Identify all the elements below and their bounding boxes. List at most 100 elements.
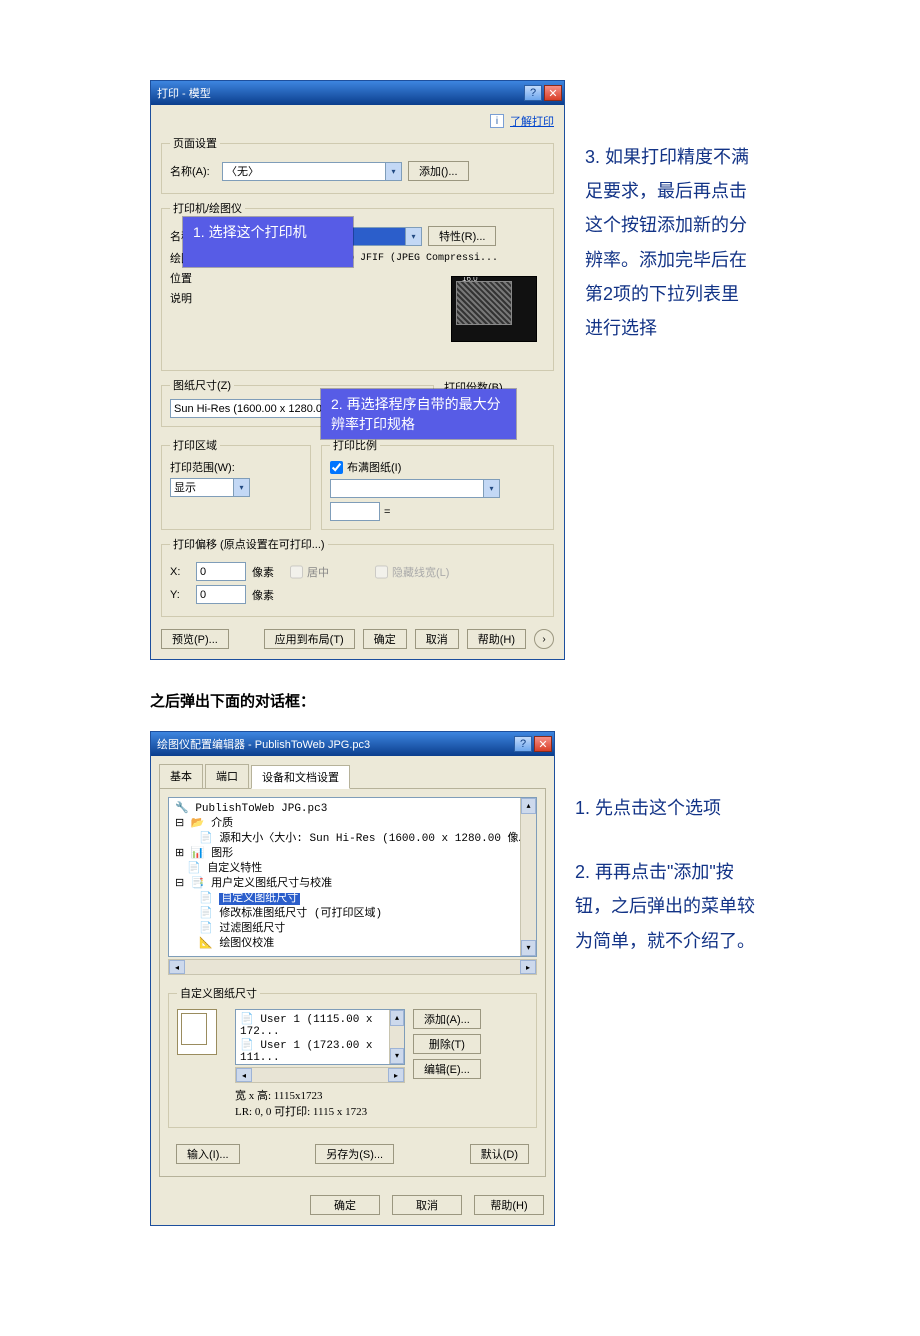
tree-custom-paper-size[interactable]: 📄 自定义图纸尺寸: [175, 892, 530, 907]
fit-checkbox-row[interactable]: 布满图纸(I): [330, 459, 545, 475]
add-paper-button[interactable]: 添加(A)...: [413, 1009, 481, 1029]
tree-scrollbar[interactable]: ▴▾: [520, 798, 536, 956]
scale-num[interactable]: [330, 502, 380, 521]
hide-label: 隐藏线宽(L): [392, 564, 449, 580]
offset-legend: 打印偏移 (原点设置在可打印...): [170, 536, 328, 552]
location-label: 位置: [170, 270, 216, 286]
y-label: Y:: [170, 589, 190, 601]
expand-icon[interactable]: ›: [534, 629, 554, 649]
tree-root[interactable]: 🔧 PublishToWeb JPG.pc3: [175, 802, 530, 817]
dropdown-icon[interactable]: ▾: [386, 162, 402, 181]
help-button-2[interactable]: 帮助(H): [474, 1195, 544, 1215]
tree-media-size[interactable]: 📄 源和大小〈大小: Sun Hi-Res (1600.00 x 1280.00…: [175, 832, 530, 847]
print-dialog: 打印 - 模型 ? ✕ i 了解打印 页面设置 名称(A): 〈无〉 ▾: [150, 80, 565, 660]
edit-paper-button[interactable]: 编辑(E)...: [413, 1059, 481, 1079]
scale-select[interactable]: [330, 479, 484, 498]
plotter-config-dialog: 绘图仪配置编辑器 - PublishToWeb JPG.pc3 ? ✕ 基本 端…: [150, 731, 555, 1226]
dropdown-icon[interactable]: ▾: [484, 479, 500, 498]
printable-readout: LR: 0, 0 可打印: 1115 x 1723: [235, 1103, 405, 1119]
scale-legend: 打印比例: [330, 437, 380, 453]
callout-2: 2. 再选择程序自带的最大分辨率打印规格: [321, 389, 516, 439]
help-titlebar-button[interactable]: ?: [514, 736, 532, 752]
center-checkbox: [290, 564, 303, 580]
list-item[interactable]: 📄 User 1 (1576.00 x 121...: [240, 1064, 400, 1065]
print-area-group: 打印区域 打印范围(W): 显示 ▾: [161, 437, 311, 530]
add-button[interactable]: 添加()...: [408, 161, 469, 181]
tree-h-scrollbar[interactable]: ◂▸: [168, 959, 537, 975]
tree-calibrate[interactable]: 📐 绘图仪校准: [175, 937, 530, 952]
close-button[interactable]: ✕: [534, 736, 552, 752]
default-button[interactable]: 默认(D): [470, 1144, 529, 1164]
tree-user-paper[interactable]: ⊟ 📑 用户定义图纸尺寸与校准: [175, 877, 530, 892]
tree-graphics[interactable]: ⊞ 📊 图形: [175, 847, 530, 862]
tab-basic[interactable]: 基本: [159, 764, 203, 788]
tab-port[interactable]: 端口: [205, 764, 249, 788]
list-item[interactable]: 📄 User 1 (1723.00 x 111...: [240, 1038, 400, 1064]
area-legend: 打印区域: [170, 437, 220, 453]
import-button[interactable]: 输入(I)...: [176, 1144, 240, 1164]
fit-label: 布满图纸(I): [347, 459, 401, 475]
properties-button[interactable]: 特性(R)...: [428, 226, 496, 246]
tree-custom-props[interactable]: 📄 自定义特性: [175, 862, 530, 877]
offset-group: 打印偏移 (原点设置在可打印...) X: 像素 居中 隐藏线宽(L): [161, 536, 554, 617]
range-select[interactable]: 显示: [170, 478, 234, 497]
settings-tree[interactable]: 🔧 PublishToWeb JPG.pc3 ⊟ 📂 介质 📄 源和大小〈大小:…: [168, 797, 537, 957]
list-h-scrollbar[interactable]: ◂▸: [235, 1067, 405, 1083]
hide-checkbox: [375, 564, 388, 580]
tree-media[interactable]: ⊟ 📂 介质: [175, 817, 530, 832]
ok-button[interactable]: 确定: [363, 629, 407, 649]
name-label: 名称(A):: [170, 163, 216, 179]
window-title-2: 绘图仪配置编辑器 - PublishToWeb JPG.pc3: [157, 736, 370, 752]
dropdown-icon[interactable]: ▾: [234, 478, 250, 497]
learn-print-link[interactable]: 了解打印: [510, 113, 554, 129]
x-input[interactable]: [196, 562, 246, 581]
printer-legend: 打印机/绘图仪: [170, 200, 245, 216]
note-right-2a: 1. 先点击这个选项: [575, 791, 755, 825]
fit-checkbox[interactable]: [330, 461, 343, 474]
center-label: 居中: [307, 564, 329, 580]
equals-icon: =: [384, 506, 390, 518]
size-readout: 宽 x 高: 1115x1723: [235, 1087, 405, 1103]
paper-size-list[interactable]: 📄 User 1 (1115.00 x 172... 📄 User 1 (172…: [235, 1009, 405, 1065]
x-unit: 像素: [252, 564, 274, 580]
y-unit: 像素: [252, 587, 274, 603]
center-row: 居中: [290, 564, 329, 580]
window-title: 打印 - 模型: [157, 85, 211, 101]
tab-bar: 基本 端口 设备和文档设置: [159, 764, 546, 788]
titlebar[interactable]: 打印 - 模型 ? ✕: [151, 81, 564, 105]
callout-1: 1. 选择这个打印机: [183, 217, 353, 267]
help-titlebar-button[interactable]: ?: [524, 85, 542, 101]
inter-text: 之后弹出下面的对话框：: [150, 690, 770, 711]
apply-layout-button[interactable]: 应用到布局(T): [264, 629, 355, 649]
saveas-button[interactable]: 另存为(S)...: [315, 1144, 394, 1164]
paper-preview: 16.0: [451, 276, 537, 342]
page-setup-group: 页面设置 名称(A): 〈无〉 ▾ 添加()...: [161, 135, 554, 194]
help-button[interactable]: 帮助(H): [467, 629, 526, 649]
x-label: X:: [170, 566, 190, 578]
y-input[interactable]: [196, 585, 246, 604]
close-button[interactable]: ✕: [544, 85, 562, 101]
info-icon: i: [490, 114, 504, 128]
range-label: 打印范围(W):: [170, 459, 302, 475]
custom-paper-legend: 自定义图纸尺寸: [177, 985, 260, 1001]
preview-button[interactable]: 预览(P)...: [161, 629, 229, 649]
page-setup-select[interactable]: 〈无〉: [222, 162, 386, 181]
hide-row: 隐藏线宽(L): [375, 564, 449, 580]
delete-paper-button[interactable]: 删除(T): [413, 1034, 481, 1054]
paper-legend: 图纸尺寸(Z): [170, 377, 234, 393]
page-setup-legend: 页面设置: [170, 135, 220, 151]
scale-group: 打印比例 布满图纸(I) ▾ =: [321, 437, 554, 530]
list-scrollbar[interactable]: ▴▾: [389, 1010, 404, 1064]
note-right-2b: 2. 再再点击"添加"按钮，之后弹出的菜单较为简单，就不介绍了。: [575, 855, 755, 958]
tab-device-doc[interactable]: 设备和文档设置: [251, 765, 350, 789]
ok-button-2[interactable]: 确定: [310, 1195, 380, 1215]
titlebar-2[interactable]: 绘图仪配置编辑器 - PublishToWeb JPG.pc3 ? ✕: [151, 732, 554, 756]
dropdown-icon[interactable]: ▾: [406, 227, 422, 246]
cancel-button-2[interactable]: 取消: [392, 1195, 462, 1215]
list-item[interactable]: 📄 User 1 (1115.00 x 172...: [240, 1012, 400, 1038]
cancel-button[interactable]: 取消: [415, 629, 459, 649]
note-right-1: 3. 如果打印精度不满足要求，最后再点击这个按钮添加新的分辨率。添加完毕后在第2…: [585, 80, 755, 660]
desc-label: 说明: [170, 290, 216, 306]
tree-filter[interactable]: 📄 过滤图纸尺寸: [175, 922, 530, 937]
tree-modify-std[interactable]: 📄 修改标准图纸尺寸 (可打印区域): [175, 907, 530, 922]
